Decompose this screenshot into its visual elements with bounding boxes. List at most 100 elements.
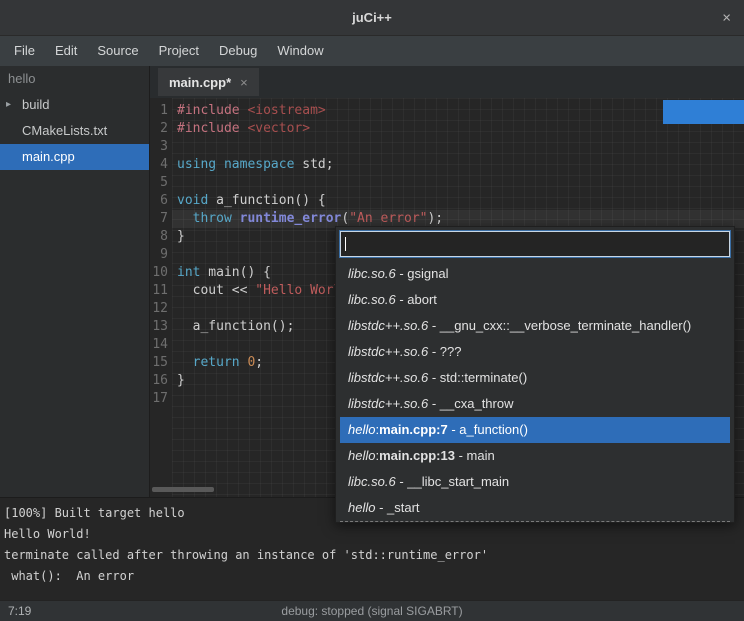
- statusbar: 7:19 debug: stopped (signal SIGABRT): [0, 600, 744, 621]
- line-number[interactable]: 11: [150, 282, 172, 300]
- library-name: libc.so.6: [348, 266, 396, 281]
- menu-item-window[interactable]: Window: [267, 36, 333, 66]
- line-number-gutter: 1234567891011121314151617: [150, 98, 172, 497]
- line-number[interactable]: 10: [150, 264, 172, 282]
- debug-status: debug: stopped (signal SIGABRT): [0, 601, 744, 621]
- tree-item-build[interactable]: ▸ build: [0, 92, 149, 118]
- library-name: libc.so.6: [348, 292, 396, 307]
- project-root[interactable]: hello: [0, 66, 149, 92]
- code-token: throw: [193, 211, 232, 226]
- popup-item[interactable]: libc.so.6 - gsignal: [340, 261, 730, 287]
- code-token: a_function();: [177, 319, 294, 334]
- line-number[interactable]: 7: [150, 210, 172, 228]
- line-number[interactable]: 6: [150, 192, 172, 210]
- code-line[interactable]: void a_function() {: [172, 192, 744, 210]
- menu-item-edit[interactable]: Edit: [45, 36, 87, 66]
- library-name: libstdc++.so.6: [348, 344, 428, 359]
- line-number[interactable]: 15: [150, 354, 172, 372]
- popup-search-input[interactable]: [340, 231, 730, 257]
- tabbar: main.cpp* ×: [150, 66, 744, 98]
- tab-close-icon[interactable]: ×: [240, 75, 248, 90]
- tree-item-label: build: [22, 97, 49, 112]
- code-token: runtime_error: [240, 211, 342, 226]
- console-line: what(): An error: [4, 566, 744, 587]
- popup-item[interactable]: libstdc++.so.6 - ???: [340, 339, 730, 365]
- code-token: main() {: [200, 265, 270, 280]
- tree-item-label: CMakeLists.txt: [22, 123, 107, 138]
- stack-frame-popup: libc.so.6 - gsignallibc.so.6 - abortlibs…: [335, 226, 735, 523]
- code-token: <iostream>: [247, 103, 325, 118]
- app-window: juCi++ × FileEditSourceProjectDebugWindo…: [0, 0, 744, 621]
- line-number[interactable]: 14: [150, 336, 172, 354]
- tab-main-cpp[interactable]: main.cpp* ×: [158, 68, 259, 96]
- menu-item-debug[interactable]: Debug: [209, 36, 267, 66]
- code-token: using: [177, 157, 216, 172]
- code-token: void: [177, 193, 208, 208]
- line-number[interactable]: 4: [150, 156, 172, 174]
- menu-item-project[interactable]: Project: [149, 36, 209, 66]
- popup-item[interactable]: libstdc++.so.6 - std::terminate(): [340, 365, 730, 391]
- titlebar[interactable]: juCi++ ×: [0, 0, 744, 36]
- expander-icon[interactable]: ▸: [6, 92, 11, 118]
- line-number[interactable]: 2: [150, 120, 172, 138]
- line-number[interactable]: 5: [150, 174, 172, 192]
- library-name: libstdc++.so.6: [348, 318, 428, 333]
- code-token: int: [177, 265, 200, 280]
- popup-list: libc.so.6 - gsignallibc.so.6 - abortlibs…: [340, 261, 730, 522]
- popup-item[interactable]: libc.so.6 - abort: [340, 287, 730, 313]
- code-token: #include: [177, 103, 240, 118]
- tree-item-main-cpp[interactable]: main.cpp: [0, 144, 149, 170]
- code-token: [216, 157, 224, 172]
- window-close-icon[interactable]: ×: [722, 10, 731, 25]
- tab-label: main.cpp*: [169, 75, 231, 90]
- line-number[interactable]: 17: [150, 390, 172, 408]
- code-line[interactable]: #include <vector>: [172, 120, 744, 138]
- line-number[interactable]: 9: [150, 246, 172, 264]
- popup-item[interactable]: hello:main.cpp:13 - main: [340, 443, 730, 469]
- vertical-scrollbar-thumb[interactable]: [663, 100, 744, 124]
- code-token: std;: [294, 157, 333, 172]
- code-token: }: [177, 229, 185, 244]
- code-token: }: [177, 373, 185, 388]
- library-name: libc.so.6: [348, 474, 396, 489]
- line-number[interactable]: 16: [150, 372, 172, 390]
- menu-item-source[interactable]: Source: [87, 36, 148, 66]
- popup-item[interactable]: libc.so.6 - __libc_start_main: [340, 469, 730, 495]
- menubar: FileEditSourceProjectDebugWindow: [0, 36, 744, 66]
- cursor-position: 7:19: [8, 601, 31, 621]
- code-token: cout <<: [177, 283, 255, 298]
- code-token: namespace: [224, 157, 294, 172]
- line-number[interactable]: 8: [150, 228, 172, 246]
- code-token: return: [193, 355, 240, 370]
- console-line: terminate called after throwing an insta…: [4, 545, 744, 566]
- code-token: [177, 355, 193, 370]
- menu-item-file[interactable]: File: [4, 36, 45, 66]
- horizontal-scrollbar-thumb[interactable]: [152, 487, 214, 492]
- popup-item[interactable]: libstdc++.so.6 - __gnu_cxx::__verbose_te…: [340, 313, 730, 339]
- text-caret: [345, 237, 346, 251]
- code-token: a_function() {: [208, 193, 325, 208]
- library-name: hello: [348, 448, 375, 463]
- code-token: );: [427, 211, 443, 226]
- popup-item[interactable]: hello:main.cpp:7 - a_function(): [340, 417, 730, 443]
- line-number[interactable]: 3: [150, 138, 172, 156]
- code-line[interactable]: [172, 138, 744, 156]
- file-tree: ▸ build CMakeLists.txt main.cpp: [0, 92, 149, 170]
- code-token: "An error": [349, 211, 427, 226]
- line-number[interactable]: 1: [150, 102, 172, 120]
- library-name: libstdc++.so.6: [348, 396, 428, 411]
- line-number[interactable]: 13: [150, 318, 172, 336]
- library-name: libstdc++.so.6: [348, 370, 428, 385]
- window-title: juCi++: [352, 10, 392, 25]
- code-token: #include: [177, 121, 240, 136]
- code-line[interactable]: using namespace std;: [172, 156, 744, 174]
- popup-item[interactable]: libstdc++.so.6 - __cxa_throw: [340, 391, 730, 417]
- library-name: hello: [348, 500, 375, 515]
- file-tree-sidebar: hello ▸ build CMakeLists.txt main.cpp: [0, 66, 150, 497]
- popup-item[interactable]: hello - _start: [340, 495, 730, 521]
- tree-item-cmakelists-txt[interactable]: CMakeLists.txt: [0, 118, 149, 144]
- code-line[interactable]: [172, 174, 744, 192]
- code-token: [177, 211, 193, 226]
- code-line[interactable]: #include <iostream>: [172, 102, 744, 120]
- line-number[interactable]: 12: [150, 300, 172, 318]
